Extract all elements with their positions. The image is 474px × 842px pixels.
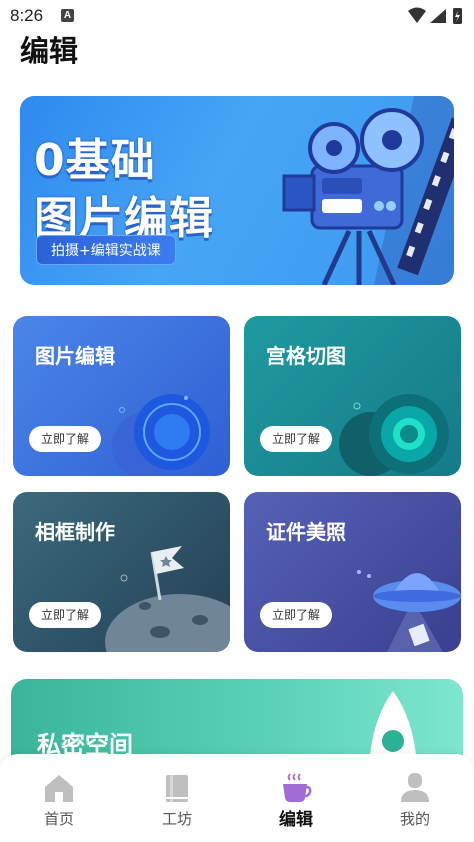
coffee-cup-icon <box>283 773 312 802</box>
signal-icon <box>430 9 446 23</box>
banner-course-tag: 拍摄+编辑实战课 <box>36 235 176 265</box>
card-photo-edit[interactable]: 图片编辑 立即了解 <box>13 316 230 476</box>
tab-label: 我的 <box>399 810 430 828</box>
wifi-icon <box>408 7 426 23</box>
tab-edit[interactable]: 编辑 <box>237 754 355 842</box>
tab-home[interactable]: 首页 <box>0 754 118 842</box>
card-photo-frame[interactable]: 相框制作 立即了解 <box>13 492 230 652</box>
card-id-photo[interactable]: 证件美照 立即了解 <box>244 492 461 652</box>
notification-icon: A <box>61 9 74 22</box>
promo-banner[interactable]: 0基础 图片编辑 拍摄+编辑实战课 <box>20 96 454 285</box>
card-grid-cut[interactable]: 宫格切图 立即了解 <box>244 316 461 476</box>
bottom-tab-bar: 首页 工坊 编辑 我的 <box>0 754 474 842</box>
camera-lens-icon <box>112 394 210 476</box>
home-icon <box>45 775 73 802</box>
learn-more-button[interactable]: 立即了解 <box>260 602 333 628</box>
status-icons <box>408 7 462 24</box>
ufo-icon <box>357 570 461 652</box>
moon-flag-icon <box>105 546 230 652</box>
user-icon <box>401 773 429 802</box>
status-time: 8:26 <box>10 6 44 25</box>
book-icon <box>166 775 188 802</box>
film-projector-icon <box>282 96 454 285</box>
tab-label: 首页 <box>43 810 74 828</box>
tab-label: 工坊 <box>161 810 192 828</box>
tab-label: 编辑 <box>279 810 313 830</box>
tab-me[interactable]: 我的 <box>356 754 474 842</box>
learn-more-button[interactable]: 立即了解 <box>260 426 333 452</box>
learn-more-button[interactable]: 立即了解 <box>29 602 102 628</box>
banner-title-line1: 0基础 <box>34 135 156 186</box>
camera-lens-icon <box>339 394 449 476</box>
page-title: 编辑 <box>20 34 79 68</box>
learn-more-button[interactable]: 立即了解 <box>29 426 102 452</box>
tab-workshop[interactable]: 工坊 <box>118 754 236 842</box>
